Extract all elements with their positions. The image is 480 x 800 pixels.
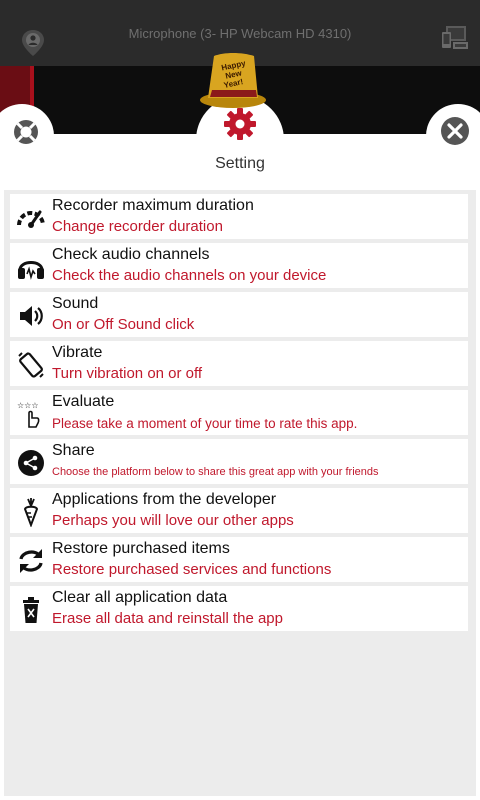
setting-subtitle: Turn vibration on or off: [52, 365, 203, 382]
setting-title: Check audio channels: [52, 246, 210, 263]
devices-icon[interactable]: [440, 24, 470, 52]
share-icon: [18, 450, 44, 476]
setting-title: Restore purchased items: [52, 540, 230, 557]
setting-title: Applications from the developer: [52, 491, 277, 508]
svg-text:☆☆☆: ☆☆☆: [17, 401, 39, 410]
setting-item-sound[interactable]: Sound On or Off Sound click: [10, 292, 468, 337]
setting-subtitle: Erase all data and reinstall the app: [52, 610, 283, 627]
gear-icon[interactable]: [222, 106, 258, 142]
setting-subtitle: Check the audio channels on your device: [52, 267, 327, 284]
setting-subtitle: Perhaps you will love our other apps: [52, 512, 294, 529]
setting-subtitle: On or Off Sound click: [52, 316, 195, 333]
setting-item-recorder-duration[interactable]: Recorder maximum duration Change recorde…: [10, 194, 468, 239]
setting-subtitle: Choose the platform below to share this …: [52, 466, 379, 478]
setting-title: Share: [52, 442, 95, 459]
rate-stars-icon: ☆☆☆: [17, 401, 40, 428]
close-icon[interactable]: [440, 116, 470, 146]
lifebuoy-icon[interactable]: [12, 118, 40, 146]
setting-title: Recorder maximum duration: [52, 197, 254, 214]
setting-title: Vibrate: [52, 344, 103, 361]
setting-item-clear-data[interactable]: Clear all application data Erase all dat…: [10, 586, 468, 631]
setting-subtitle: Please take a moment of your time to rat…: [52, 416, 358, 431]
setting-item-developer-apps[interactable]: Applications from the developer Perhaps …: [10, 488, 468, 533]
setting-title: Sound: [52, 295, 99, 312]
setting-item-vibrate[interactable]: Vibrate Turn vibration on or off: [10, 341, 468, 386]
restore-arrows-icon: [19, 549, 43, 573]
setting-item-audio-channels[interactable]: Check audio channels Check the audio cha…: [10, 243, 468, 288]
setting-item-restore-purchases[interactable]: Restore purchased items Restore purchase…: [10, 537, 468, 582]
setting-subtitle: Restore purchased services and functions: [52, 561, 332, 578]
speedometer-icon: [17, 210, 45, 228]
setting-item-evaluate[interactable]: ☆☆☆ Evaluate Please take a moment of you…: [10, 390, 468, 435]
setting-title: Clear all application data: [52, 589, 228, 606]
page-title: Setting: [215, 155, 265, 172]
setting-subtitle: Change recorder duration: [52, 218, 223, 235]
speaker-icon: [20, 306, 43, 326]
carrot-icon: [23, 498, 39, 527]
vibrate-phone-icon: [18, 352, 44, 378]
setting-item-share[interactable]: Share Choose the platform below to share…: [10, 439, 468, 484]
microphone-source-title[interactable]: Microphone (3- HP Webcam HD 4310): [0, 26, 480, 41]
setting-title: Evaluate: [52, 393, 115, 410]
new-year-hat-icon: Happy New Year!: [200, 53, 266, 108]
headphones-icon: [18, 261, 44, 280]
trash-icon: [23, 597, 39, 623]
settings-list: Recorder maximum duration Change recorde…: [4, 190, 476, 796]
